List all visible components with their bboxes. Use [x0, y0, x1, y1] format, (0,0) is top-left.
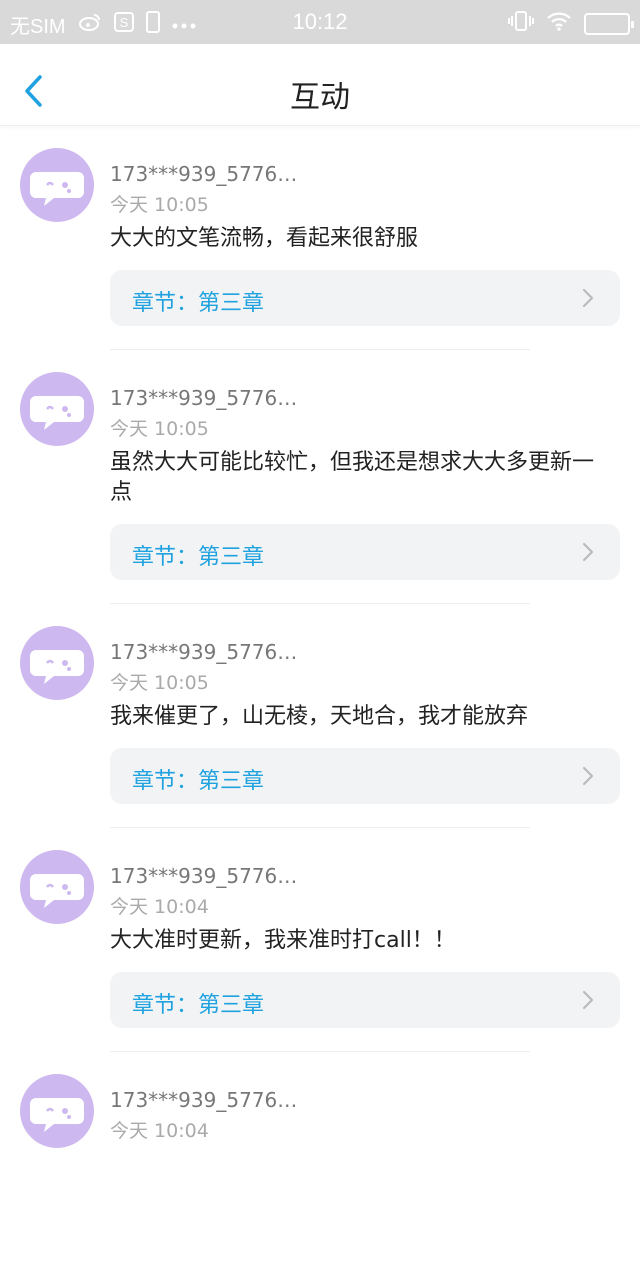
chapter-link[interactable]: 章节：第三章: [110, 524, 620, 580]
chat-bubble-avatar-icon: [30, 1098, 84, 1132]
comment-list: 173***939_5776… 今天 10:05 大大的文笔流畅，看起来很舒服 …: [0, 126, 640, 1276]
status-right: [508, 10, 634, 37]
wifi-icon: [546, 11, 572, 36]
status-bar: 无SIM S 10:12: [0, 0, 640, 44]
comment-text: 大大的文笔流畅，看起来很舒服: [110, 226, 419, 251]
chevron-right-icon: [582, 288, 594, 308]
nav-bar: 互动: [0, 44, 640, 126]
comment-username: 173***939_5776…: [110, 162, 298, 186]
chat-bubble-avatar-icon: [30, 874, 84, 908]
avatar[interactable]: [20, 372, 94, 446]
chapter-label: 章节：第三章: [132, 769, 265, 794]
page-title: 互动: [290, 80, 350, 115]
avatar[interactable]: [20, 850, 94, 924]
comment-item: 173***939_5776… 今天 10:05 虽然大大可能比较忙，但我还是想…: [0, 350, 640, 604]
comment-text: 我来催更了，山无棱，天地合，我才能放弃: [110, 704, 529, 729]
chat-bubble-avatar-icon: [30, 396, 84, 430]
chapter-link[interactable]: 章节：第三章: [110, 972, 620, 1028]
comment-time: 今天 10:04: [110, 1120, 209, 1142]
comment-username: 173***939_5776…: [110, 640, 298, 664]
comment-text: 虽然大大可能比较忙，但我还是想求大大多更新一点: [110, 450, 595, 505]
comment-time: 今天 10:05: [110, 194, 209, 216]
vibrate-icon: [508, 10, 534, 37]
comment-username: 173***939_5776…: [110, 864, 298, 888]
battery-icon: [584, 12, 634, 35]
comment-item: 173***939_5776… 今天 10:04 大大准时更新，我来准时打cal…: [0, 828, 640, 1052]
comment-username: 173***939_5776…: [110, 386, 298, 410]
comment-item: 173***939_5776… 今天 10:05 我来催更了，山无棱，天地合，我…: [0, 604, 640, 828]
comment-time: 今天 10:05: [110, 672, 209, 694]
comment-time: 今天 10:04: [110, 896, 209, 918]
comment-item: 173***939_5776… 今天 10:04: [0, 1052, 640, 1276]
chevron-right-icon: [582, 542, 594, 562]
avatar[interactable]: [20, 1074, 94, 1148]
chevron-right-icon: [582, 766, 594, 786]
chapter-link[interactable]: 章节：第三章: [110, 270, 620, 326]
chapter-label: 章节：第三章: [132, 291, 265, 316]
chat-bubble-avatar-icon: [30, 650, 84, 684]
chapter-label: 章节：第三章: [132, 545, 265, 570]
comment-time: 今天 10:05: [110, 418, 209, 440]
chapter-label: 章节：第三章: [132, 993, 265, 1018]
chevron-right-icon: [582, 990, 594, 1010]
avatar[interactable]: [20, 148, 94, 222]
avatar[interactable]: [20, 626, 94, 700]
comment-item: 173***939_5776… 今天 10:05 大大的文笔流畅，看起来很舒服 …: [0, 126, 640, 350]
comment-username: 173***939_5776…: [110, 1088, 298, 1112]
chat-bubble-avatar-icon: [30, 172, 84, 206]
chapter-link[interactable]: 章节：第三章: [110, 748, 620, 804]
comment-text: 大大准时更新，我来准时打call！！: [110, 928, 456, 953]
